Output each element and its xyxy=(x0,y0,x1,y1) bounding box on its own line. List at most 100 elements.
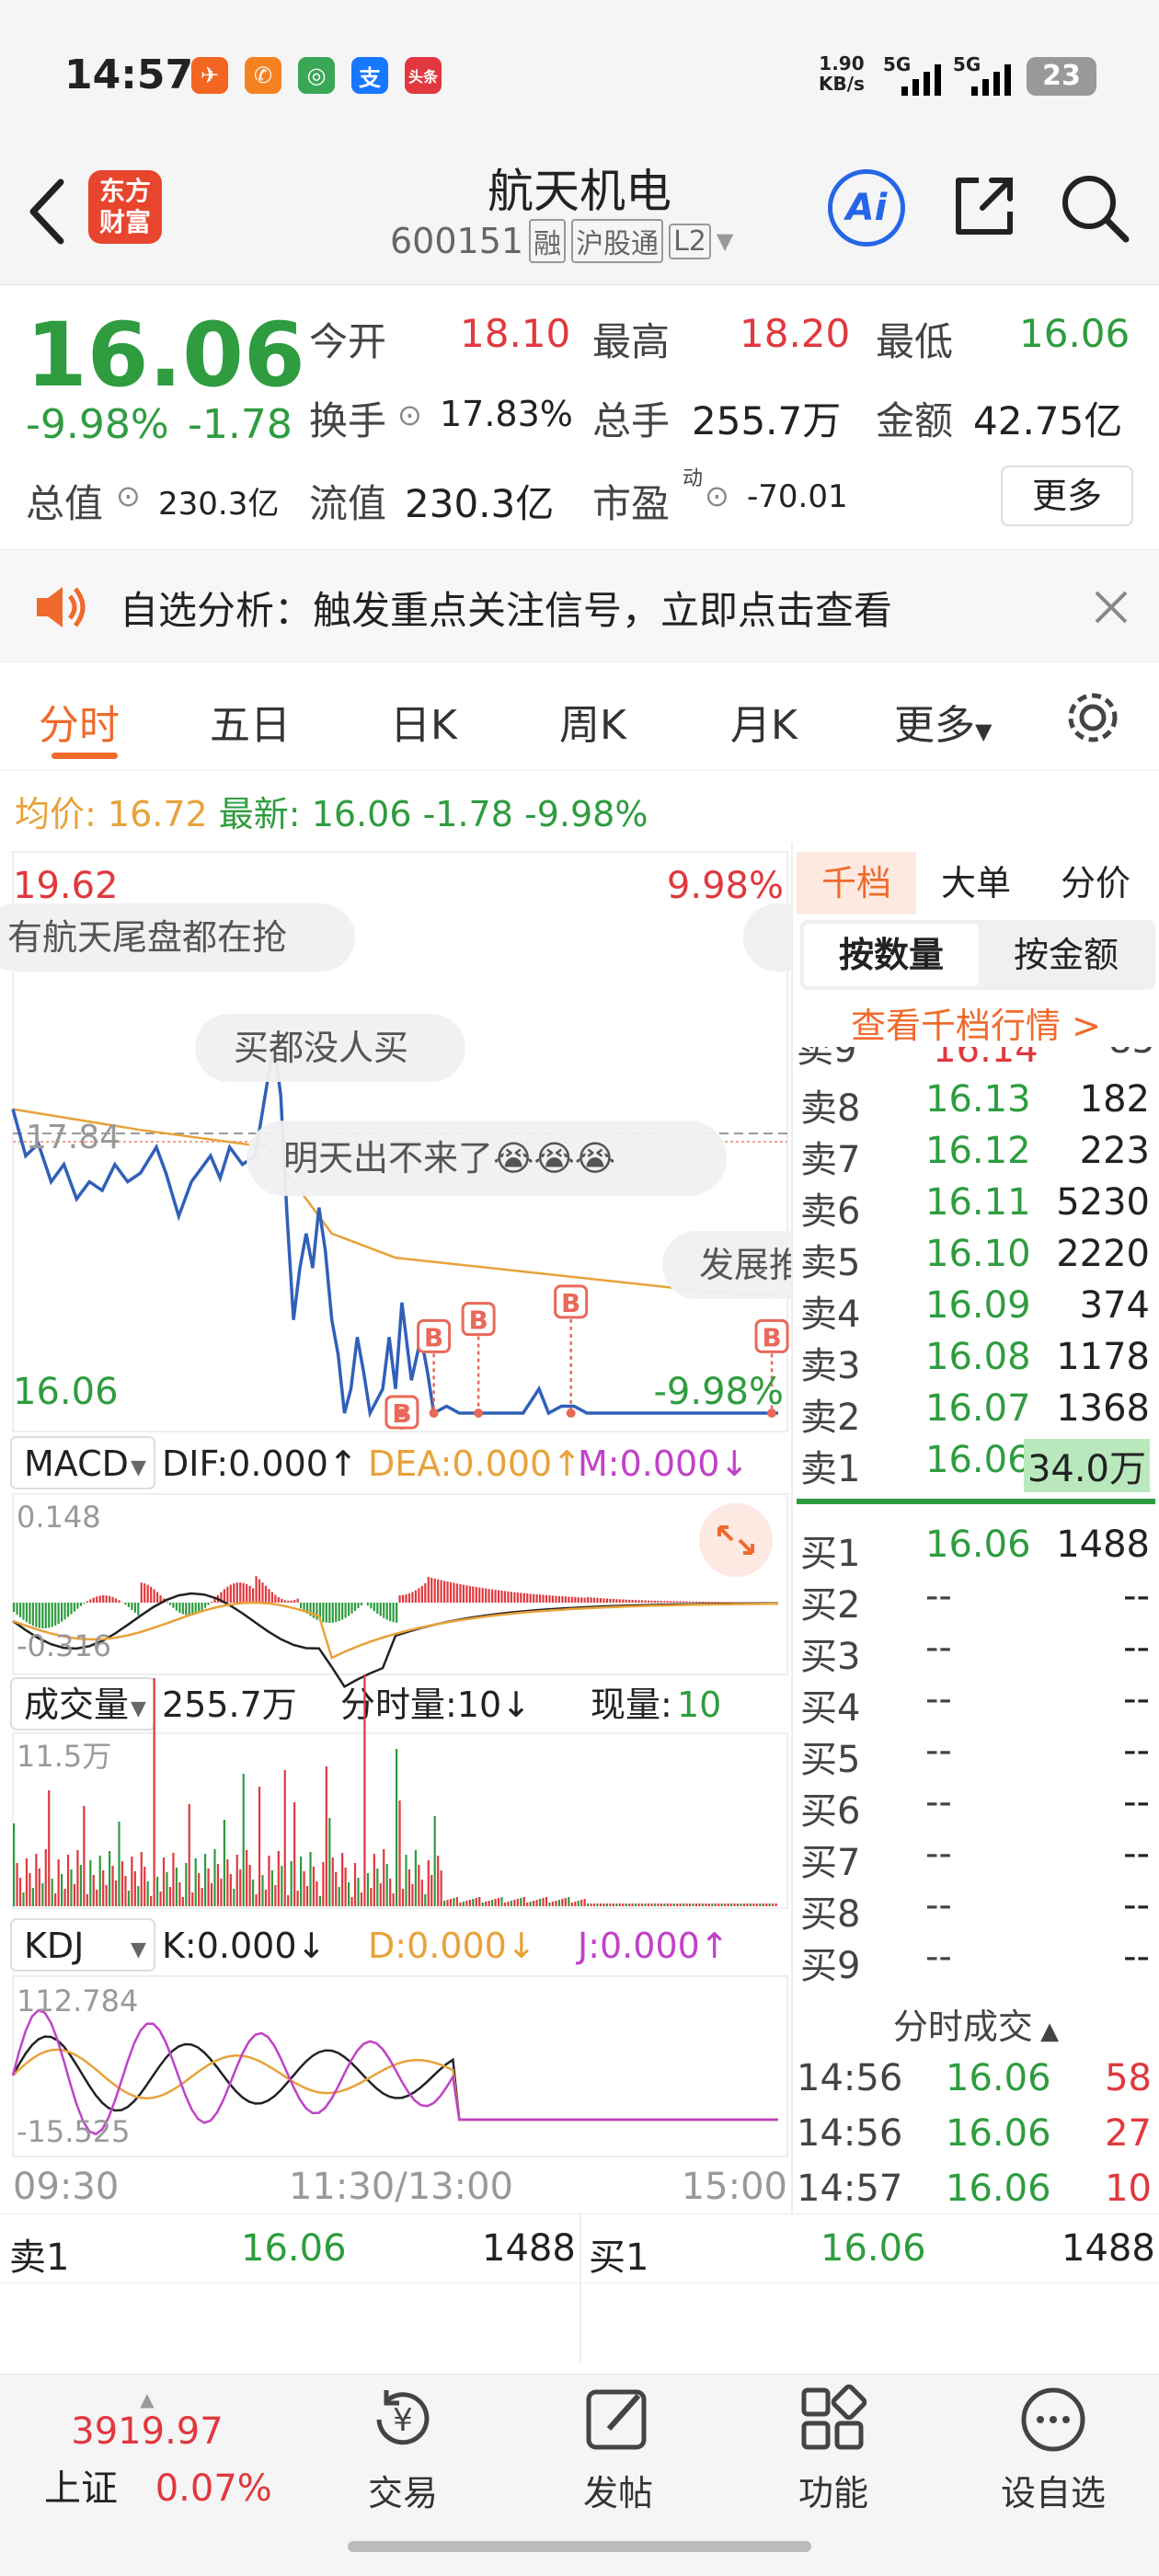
volume-bar xyxy=(692,1903,694,1906)
ask-row[interactable]: 卖8 16.13 182 xyxy=(797,1078,1155,1130)
order-level-label: 卖1 xyxy=(800,1448,861,1490)
volume-bar xyxy=(660,1903,662,1906)
info-icon[interactable]: ⊙ xyxy=(705,478,729,513)
volume-bar xyxy=(159,1892,162,1906)
ticks-title[interactable]: 分时成交 ▲ xyxy=(797,1998,1155,2049)
order-volume: -- xyxy=(1123,1936,1150,1978)
macd-bar xyxy=(385,1603,388,1620)
buy-signal-marker[interactable]: B xyxy=(384,1395,419,1430)
tab-by-quantity[interactable]: 按数量 xyxy=(804,924,979,986)
trade-icon: ¥ xyxy=(376,2390,430,2445)
ask-row[interactable]: 卖5 16.10 2220 xyxy=(797,1233,1155,1284)
macd-bar xyxy=(580,1597,583,1603)
ask-row[interactable]: 卖3 16.08 1178 xyxy=(797,1336,1155,1387)
volume-bar xyxy=(261,1875,264,1906)
info-icon[interactable]: ⊙ xyxy=(397,397,422,432)
stock-code-row[interactable]: 600151 融 沪股通 L2 ▼ xyxy=(390,219,733,263)
macd-bar xyxy=(29,1603,31,1625)
order-volume: 223 xyxy=(1079,1130,1150,1172)
share-icon[interactable] xyxy=(951,173,1017,239)
bid-row[interactable]: 买6 -- -- xyxy=(797,1781,1155,1833)
tab-more[interactable]: 更多▼ xyxy=(894,692,992,751)
index-widget[interactable]: ▲ 3919.97 上证 0.07% xyxy=(37,2388,272,2512)
bid-row[interactable]: 买4 -- -- xyxy=(797,1678,1155,1730)
bid-row[interactable]: 买1 16.06 1488 xyxy=(797,1524,1155,1575)
volume-bar xyxy=(635,1903,637,1906)
ask-row[interactable]: 卖7 16.12 223 xyxy=(797,1130,1155,1181)
info-icon[interactable]: ⊙ xyxy=(116,478,141,513)
nav-functions[interactable]: 功能 xyxy=(776,2383,890,2515)
bid-row[interactable]: 买8 -- -- xyxy=(797,1884,1155,1936)
bid-row[interactable]: 买7 -- -- xyxy=(797,1833,1155,1884)
tab-big-orders[interactable]: 大单 xyxy=(916,852,1036,914)
order-level-label: 买1 xyxy=(800,1533,861,1575)
macd-bar xyxy=(437,1579,440,1603)
order-volume: 374 xyxy=(1079,1284,1150,1327)
macd-bar xyxy=(592,1597,596,1603)
volume-bar xyxy=(497,1898,500,1906)
bullet-comment-1[interactable]: 有航天尾盘都在抢 xyxy=(0,903,355,972)
volume-bar xyxy=(13,1823,16,1906)
bid-row[interactable]: 买5 -- -- xyxy=(797,1730,1155,1781)
macd-bar xyxy=(127,1603,130,1607)
volume-bar xyxy=(281,1866,283,1906)
search-icon[interactable] xyxy=(1058,171,1131,245)
tab-weekly-k[interactable]: 周K xyxy=(559,692,626,751)
bullet-comment-2[interactable]: 买都没人买 xyxy=(195,1014,465,1082)
tab-five-day[interactable]: 五日 xyxy=(210,692,291,751)
high-value: 18.20 xyxy=(740,311,851,356)
volume-bar xyxy=(707,1903,710,1906)
settings-gear-icon[interactable] xyxy=(1063,688,1122,747)
bid-row[interactable]: 买3 -- -- xyxy=(797,1627,1155,1678)
intraday-chart[interactable]: BBBBB 19.62 9.98% 17.84 16.06 -9.98% 有航天… xyxy=(0,843,791,2214)
ask-row[interactable]: 卖4 16.09 374 xyxy=(797,1284,1155,1336)
volume-bar xyxy=(392,1893,395,1906)
bullet-comment-3[interactable]: 明天出不来了😭😭😭 xyxy=(247,1121,727,1196)
order-volume: 1368 xyxy=(1056,1387,1150,1430)
bullet-comment-4[interactable]: 发展推 xyxy=(662,1231,791,1299)
bid-row[interactable]: 买2 -- -- xyxy=(797,1575,1155,1627)
order-price: -- xyxy=(925,1936,952,1978)
order-price: 16.12 xyxy=(925,1130,1031,1172)
ai-button[interactable]: Ai xyxy=(828,169,905,247)
expand-icon[interactable] xyxy=(699,1503,773,1577)
tab-price-dist[interactable]: 分价 xyxy=(1036,852,1155,914)
bottom-ask-volume: 1488 xyxy=(482,2227,576,2270)
volume-bar xyxy=(609,1903,612,1906)
volume-bar xyxy=(383,1849,385,1906)
orderbook-tabs: 千档 大单 分价 xyxy=(797,852,1155,916)
macd-bar xyxy=(418,1588,420,1603)
svg-text:KDJ: KDJ xyxy=(24,1926,84,1966)
volume-bar xyxy=(111,1866,114,1906)
macd-bar xyxy=(500,1590,503,1603)
nav-trade[interactable]: ¥ 交易 xyxy=(346,2383,460,2515)
buy-signal-marker[interactable]: B xyxy=(461,1302,496,1418)
order-level-label: 卖7 xyxy=(800,1139,861,1181)
volume-bar xyxy=(720,1903,723,1906)
kdj-low: -15.525 xyxy=(17,2114,131,2149)
ask-row[interactable]: 卖6 16.11 5230 xyxy=(797,1181,1155,1233)
volume-bar xyxy=(676,1903,679,1906)
nav-post[interactable]: 发帖 xyxy=(561,2383,675,2515)
tab-depth[interactable]: 千档 xyxy=(797,852,916,914)
ask-row[interactable]: 卖2 16.07 1368 xyxy=(797,1387,1155,1439)
volume-bar xyxy=(312,1867,316,1906)
volume-bar xyxy=(79,1865,82,1906)
tab-by-amount[interactable]: 按金额 xyxy=(981,924,1152,986)
nav-add-watchlist[interactable]: 设自选 xyxy=(984,2383,1122,2515)
volume-bar xyxy=(535,1900,538,1906)
buy-signal-marker[interactable]: B xyxy=(554,1284,589,1418)
more-button[interactable]: 更多 xyxy=(1001,466,1133,526)
volume-bar xyxy=(711,1903,714,1906)
tab-daily-k[interactable]: 日K xyxy=(390,692,457,751)
volume-bar xyxy=(590,1903,592,1906)
bid-row[interactable]: 买9 -- -- xyxy=(797,1936,1155,1987)
tab-intraday[interactable]: 分时 xyxy=(39,692,120,751)
ask-row[interactable]: 卖1 16.06 34.0万 xyxy=(797,1439,1155,1492)
depth-link[interactable]: 查看千档行情 > xyxy=(797,997,1155,1048)
notice-bar[interactable]: 自选分析：触发重点关注信号，立即点击查看 xyxy=(0,550,1159,662)
close-icon[interactable] xyxy=(1093,589,1130,626)
macd-bar xyxy=(105,1595,108,1603)
tab-monthly-k[interactable]: 月K xyxy=(730,692,798,751)
macd-bar xyxy=(290,1600,293,1603)
